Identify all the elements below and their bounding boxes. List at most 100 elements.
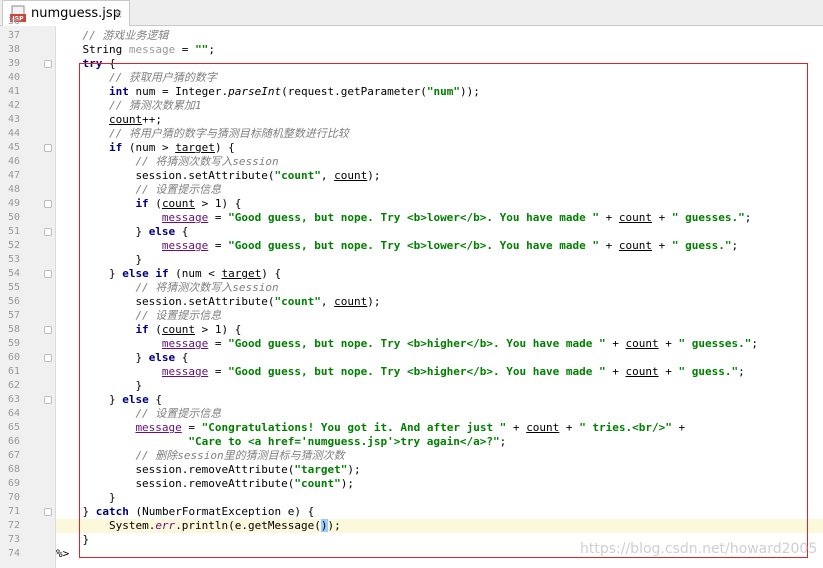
code-token: { (148, 393, 162, 406)
code-line[interactable]: 63 } else { (0, 393, 823, 407)
fold-marker-icon[interactable] (44, 228, 52, 236)
line-number: 63 (7, 394, 20, 405)
code-line[interactable]: 59 message = "Good guess, but nope. Try <… (0, 337, 823, 351)
line-number: 55 (7, 282, 20, 293)
code-text: session.setAttribute("count", count); (135, 295, 380, 309)
code-token: = (208, 211, 229, 224)
code-token: else (148, 225, 176, 238)
watermark: https://blog.csdn.net/howard2005 (580, 541, 818, 557)
code-text: // 设置提示信息 (135, 407, 221, 421)
code-token: if (135, 197, 149, 210)
code-text: // 设置提示信息 (135, 309, 221, 323)
line-number: 47 (7, 170, 20, 181)
code-token: = (175, 43, 196, 56)
line-number: 69 (7, 478, 20, 489)
code-token: ; (738, 365, 745, 378)
code-line[interactable]: 57 // 设置提示信息 (0, 309, 823, 323)
code-line[interactable]: 36 (0, 15, 823, 29)
code-token: message (161, 211, 209, 224)
code-line[interactable]: 38 String message = ""; (0, 43, 823, 57)
code-token: = (208, 239, 229, 252)
code-text: } (109, 491, 116, 505)
code-line[interactable]: 66 "Care to <a href='numguess.jsp'>try ag… (0, 435, 823, 449)
code-text: } else { (135, 225, 188, 239)
code-text: if (num > target) { (109, 141, 235, 155)
fold-marker-icon[interactable] (44, 508, 52, 516)
code-text: int num = Integer.parseInt(request.getPa… (109, 85, 480, 99)
code-line[interactable]: 53} (0, 253, 823, 267)
code-line[interactable]: 67 // 删除session里的猜测目标与猜测次数 (0, 449, 823, 463)
code-token: + (559, 421, 580, 434)
code-token: ); (340, 477, 354, 490)
line-number: 41 (7, 86, 20, 97)
line-number: 64 (7, 408, 20, 419)
code-text: System.err.println(e.getMessage()); (109, 519, 341, 533)
code-line[interactable]: 54} else if (num < target) { (0, 267, 823, 281)
code-line[interactable]: 62} (0, 379, 823, 393)
code-line[interactable]: 71} catch (NumberFormatException e) { (0, 505, 823, 519)
code-line[interactable]: 55 // 将猜测次数写入session (0, 281, 823, 295)
code-token: { (175, 225, 189, 238)
code-token: .println(e.getMessage( (175, 519, 321, 532)
code-line[interactable]: 64 // 设置提示信息 (0, 407, 823, 421)
fold-marker-icon[interactable] (44, 200, 52, 208)
code-line[interactable]: 56 session.setAttribute("count", count); (0, 295, 823, 309)
line-number: 65 (7, 422, 20, 433)
fold-marker-icon[interactable] (44, 270, 52, 278)
code-line[interactable]: 40 // 获取用户猜的数字 (0, 71, 823, 85)
code-line[interactable]: 45 if (num > target) { (0, 141, 823, 155)
code-line[interactable]: 50 message = "Good guess, but nope. Try <… (0, 211, 823, 225)
line-number: 74 (7, 548, 20, 559)
code-line[interactable]: 43 count++; (0, 113, 823, 127)
code-token: ; (751, 337, 758, 350)
code-line[interactable]: 72 System.err.println(e.getMessage()); (0, 519, 823, 533)
code-line[interactable]: 39 try { (0, 57, 823, 71)
fold-marker-icon[interactable] (44, 326, 52, 334)
code-line[interactable]: 46 // 将猜测次数写入session (0, 155, 823, 169)
code-line[interactable]: 48 // 设置提示信息 (0, 183, 823, 197)
code-token: } (135, 351, 149, 364)
code-line[interactable]: 42 // 猜测次数累加1 (0, 99, 823, 113)
code-line[interactable]: 60} else { (0, 351, 823, 365)
code-text: } else if (num < target) { (109, 267, 281, 281)
code-line[interactable]: 51} else { (0, 225, 823, 239)
code-line[interactable]: 65 message = "Congratulations! You got it… (0, 421, 823, 435)
code-token: (num < (168, 267, 222, 280)
code-token: "count" (274, 169, 321, 182)
code-token: ( (148, 323, 162, 336)
code-token: try (82, 57, 103, 70)
code-token: ( (148, 197, 162, 210)
code-text: // 将用户猜的数字与猜测目标随机整数进行比较 (109, 127, 349, 141)
code-text: } (135, 379, 142, 393)
fold-marker-icon[interactable] (44, 354, 52, 362)
code-token: "num" (426, 85, 460, 98)
code-line[interactable]: 61 message = "Good guess, but nope. Try <… (0, 365, 823, 379)
code-line[interactable]: 58 if (count > 1) { (0, 323, 823, 337)
code-text: // 设置提示信息 (135, 183, 221, 197)
code-line[interactable]: 68 session.removeAttribute("target"); (0, 463, 823, 477)
fold-marker-icon[interactable] (44, 60, 52, 68)
code-line[interactable]: 47 session.setAttribute("count", count); (0, 169, 823, 183)
code-token: + (652, 239, 672, 252)
code-token: count (161, 323, 196, 336)
code-token: ) { (261, 267, 282, 280)
code-token: } (108, 393, 123, 406)
code-line[interactable]: 49 if (count > 1) { (0, 197, 823, 211)
code-token: "Good guess, but nope. Try <b>higher</b>… (228, 337, 606, 350)
code-text: message = "Good guess, but nope. Try <b>… (162, 365, 745, 379)
code-text: count++; (109, 113, 162, 127)
code-text: } else { (109, 393, 162, 407)
code-token: + (599, 211, 619, 224)
code-line[interactable]: 70} (0, 491, 823, 505)
code-text: if (count > 1) { (135, 323, 241, 337)
code-token: " tries.<br/>" (579, 421, 672, 434)
code-line[interactable]: 52 message = "Good guess, but nope. Try <… (0, 239, 823, 253)
code-line[interactable]: 37 // 游戏业务逻辑 (0, 29, 823, 43)
code-line[interactable]: 69 session.removeAttribute("count"); (0, 477, 823, 491)
code-line[interactable]: 41 int num = Integer.parseInt(request.get… (0, 85, 823, 99)
fold-marker-icon[interactable] (44, 396, 52, 404)
code-line[interactable]: 44 // 将用户猜的数字与猜测目标随机整数进行比较 (0, 127, 823, 141)
code-token: } (82, 533, 90, 546)
fold-marker-icon[interactable] (44, 144, 52, 152)
code-token: ); (367, 295, 381, 308)
